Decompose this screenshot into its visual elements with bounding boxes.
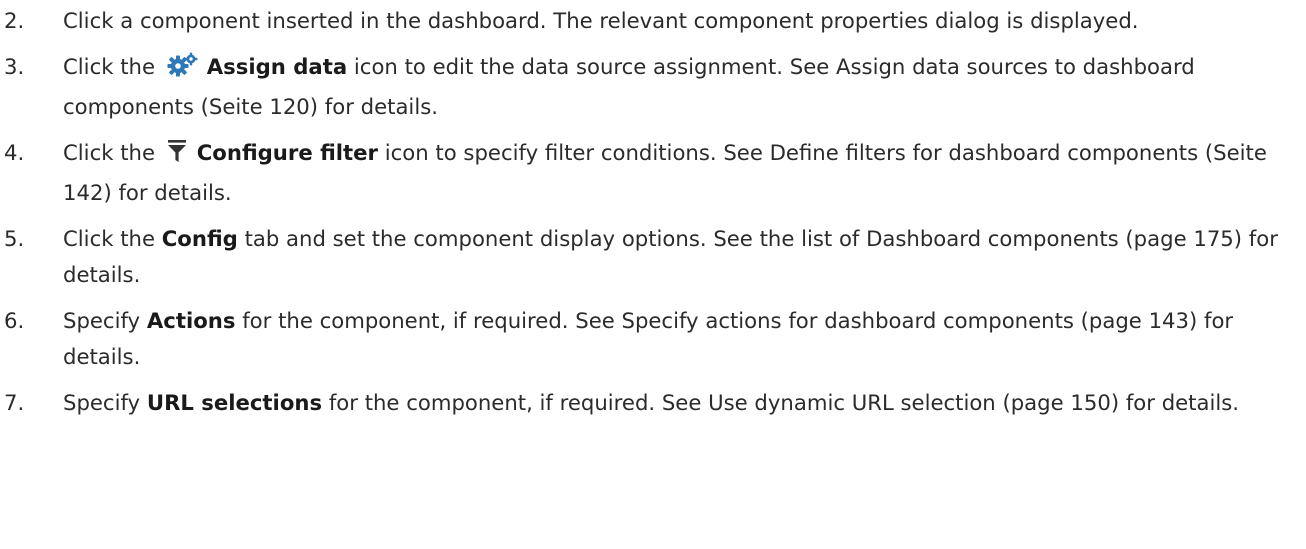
- step-number: 7.: [4, 390, 25, 415]
- step-number: 3.: [4, 54, 25, 79]
- step-bold-term: Actions: [146, 308, 236, 333]
- step-6: 6. Specify Actions for the component, if…: [0, 303, 1306, 375]
- instruction-steps-list: 2. Click a component inserted in the das…: [0, 3, 1306, 431]
- step-bold-term: URL selections: [146, 390, 323, 415]
- step-text-before: Click the: [63, 54, 155, 79]
- assign-data-gear-icon: [165, 52, 199, 89]
- step-text-after: for the component, if required. See Use …: [328, 390, 1240, 415]
- step-text-after: tab and set the component display option…: [63, 226, 1278, 287]
- step-7: 7. Specify URL selections for the compon…: [0, 385, 1306, 421]
- step-text-before: Click the: [63, 140, 155, 165]
- step-number: 6.: [4, 308, 25, 333]
- step-bold-term: Config: [161, 226, 238, 251]
- step-text: Click the Configure filter icon to speci…: [63, 140, 1267, 205]
- step-number: 5.: [4, 226, 25, 251]
- step-bold-term: Assign data: [206, 54, 348, 79]
- step-number: 4.: [4, 140, 25, 165]
- step-text-before: Specify: [63, 390, 141, 415]
- step-text-after: for the component, if required. See Spec…: [63, 308, 1234, 369]
- step-text-before: Click the: [63, 226, 155, 251]
- step-text: Specify URL selections for the component…: [63, 390, 1239, 415]
- step-5: 5. Click the Config tab and set the comp…: [0, 221, 1306, 293]
- step-number: 2.: [4, 8, 25, 33]
- step-text-before: Click a component inserted in the dashbo…: [63, 8, 1139, 33]
- step-bold-term: Configure filter: [196, 140, 379, 165]
- step-text: Click a component inserted in the dashbo…: [63, 8, 1139, 33]
- step-2: 2. Click a component inserted in the das…: [0, 3, 1306, 39]
- step-text: Specify Actions for the component, if re…: [63, 308, 1233, 369]
- step-text: Click the Assign data icon to edit the d…: [63, 52, 1195, 119]
- configure-filter-icon: [165, 138, 189, 175]
- step-3: 3. Click the Assign data icon to edit th…: [0, 49, 1306, 125]
- document-page: { "steps": [ { "number": "2.", "text_bef…: [0, 0, 1306, 549]
- step-4: 4. Click the Configure filter icon to sp…: [0, 135, 1306, 211]
- step-text-before: Specify: [63, 308, 141, 333]
- step-text: Click the Config tab and set the compone…: [63, 226, 1278, 287]
